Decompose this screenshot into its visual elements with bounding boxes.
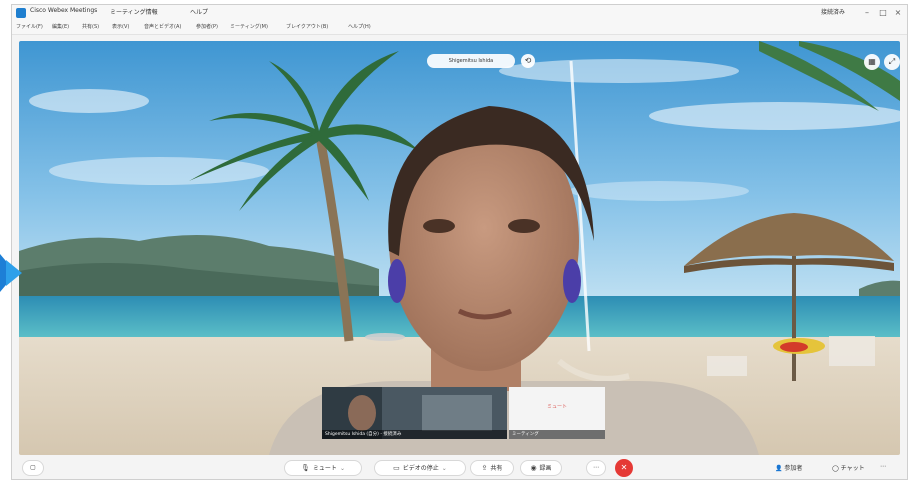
more-options-icon[interactable]: ⋯ (586, 460, 606, 476)
chevron-right-icon[interactable] (0, 250, 24, 296)
record-label: 録画 (539, 465, 552, 472)
app-title: Cisco Webex Meetings (30, 7, 98, 14)
menu-participants[interactable]: 参加者(P) (196, 23, 218, 30)
help-link[interactable]: ヘルプ (190, 7, 208, 16)
video-camera-icon: ▭ (393, 464, 400, 472)
menu-audio-video[interactable]: 音声とビデオ(A) (144, 23, 181, 30)
webex-app-icon (16, 8, 26, 18)
menu-breakout[interactable]: ブレイクアウト(B) (286, 23, 328, 30)
self-video-label: Shigemitsu Ishida (自分) - 接続済み (322, 430, 507, 439)
chevron-down-icon[interactable]: ⌄ (340, 465, 345, 472)
minimize-icon[interactable]: – (861, 7, 873, 18)
menu-help[interactable]: ヘルプ(H) (348, 23, 371, 30)
layout-icon[interactable]: ▦ (864, 54, 880, 70)
speaker-info-icon[interactable]: ⟲ (521, 54, 535, 68)
mute-button[interactable]: 🎙 ミュート ⌄ (284, 460, 362, 476)
share-button[interactable]: ⇪ 共有 (470, 460, 514, 476)
screen: Cisco Webex Meetings ミーティング情報 ヘルプ 接続済み –… (0, 0, 914, 486)
connection-status: 接続済み (820, 9, 845, 16)
participant-label: ミーティング (509, 430, 605, 439)
chat-label: チャット (840, 465, 865, 472)
meeting-window: Cisco Webex Meetings ミーティング情報 ヘルプ 接続済み –… (11, 4, 908, 480)
participants-icon: 👤 (775, 465, 783, 472)
chat-icon: ◯ (832, 465, 839, 472)
meeting-info-link[interactable]: ミーティング情報 (110, 7, 158, 16)
chevron-down-icon[interactable]: ⌄ (442, 465, 447, 472)
stop-video-button[interactable]: ▭ ビデオの停止 ⌄ (374, 460, 466, 476)
control-bar: ▢ 🎙 ミュート ⌄ ▭ ビデオの停止 ⌄ ⇪ 共有 ◉ 録画 ⋯ ✕ 👤 参加者 ◯ チャ… (12, 455, 907, 479)
participant-status: ミュート (546, 404, 567, 410)
chat-bubble-icon[interactable]: ▢ (22, 460, 44, 476)
participant-thumbnail[interactable]: ミュート ミーティング (509, 387, 605, 439)
share-label: 共有 (490, 465, 503, 472)
menu-bar: ファイル(F) 編集(E) 共有(S) 表示(V) 音声とビデオ(A) 参加者(… (12, 21, 907, 35)
participants-button[interactable]: 👤 参加者 (775, 463, 802, 472)
self-video-thumbnail[interactable]: Shigemitsu Ishida (自分) - 接続済み (322, 387, 507, 439)
more-panels-icon[interactable]: ⋯ (880, 463, 886, 470)
mute-label: ミュート (312, 465, 337, 472)
menu-edit[interactable]: 編集(E) (52, 23, 69, 30)
fullscreen-icon[interactable]: ⤢ (884, 54, 900, 70)
maximize-icon[interactable]: □ (877, 7, 889, 18)
microphone-icon: 🎙 (301, 464, 310, 472)
record-button[interactable]: ◉ 録画 (520, 460, 562, 476)
record-icon: ◉ (530, 464, 537, 472)
end-meeting-button[interactable]: ✕ (615, 459, 633, 477)
menu-view[interactable]: 表示(V) (112, 23, 129, 30)
close-icon[interactable]: × (892, 7, 904, 18)
title-bar: Cisco Webex Meetings ミーティング情報 ヘルプ 接続済み –… (12, 5, 907, 21)
active-speaker-label: Shigemitsu Ishida (427, 54, 515, 68)
chat-button[interactable]: ◯ チャット (832, 463, 865, 472)
stop-video-label: ビデオの停止 (402, 465, 439, 472)
menu-share[interactable]: 共有(S) (82, 23, 99, 30)
share-icon: ⇪ (481, 464, 488, 472)
participants-label: 参加者 (784, 465, 803, 472)
video-stage: Shigemitsu Ishida ⟲ ▦ ⤢ Shigemitsu Ishid… (19, 41, 900, 455)
menu-meeting[interactable]: ミーティング(M) (230, 23, 268, 30)
menu-file[interactable]: ファイル(F) (16, 23, 43, 30)
